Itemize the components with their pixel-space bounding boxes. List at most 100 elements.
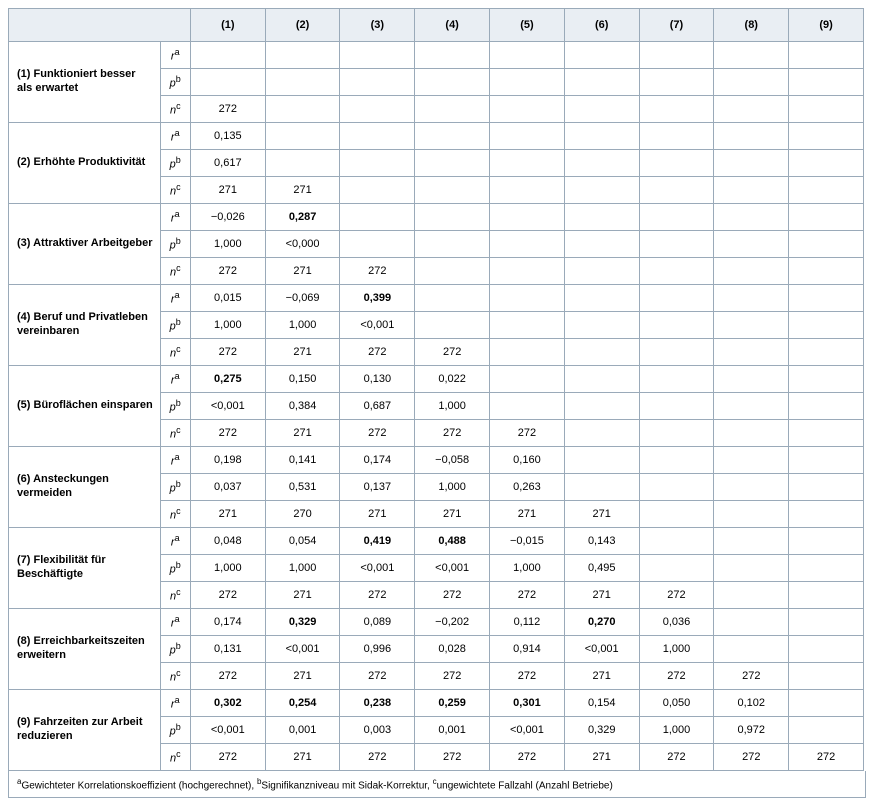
cell: 272	[490, 420, 565, 447]
cell	[564, 285, 639, 312]
cell: 0,154	[564, 690, 639, 717]
col-header: (3)	[340, 9, 415, 42]
stat-label-r: ra	[160, 690, 190, 717]
cell	[714, 420, 789, 447]
cell	[789, 501, 864, 528]
cell: 0,270	[564, 609, 639, 636]
cell: 271	[415, 501, 490, 528]
cell: 0,263	[490, 474, 565, 501]
stat-label-r: ra	[160, 366, 190, 393]
stat-label-p: pb	[160, 312, 190, 339]
cell: −0,026	[190, 204, 265, 231]
cell: 272	[415, 663, 490, 690]
cell: 272	[190, 339, 265, 366]
cell: 0,130	[340, 366, 415, 393]
cell	[190, 42, 265, 69]
cell	[789, 258, 864, 285]
cell	[564, 96, 639, 123]
cell: 271	[265, 420, 340, 447]
cell	[789, 609, 864, 636]
cell	[340, 231, 415, 258]
cell: 272	[415, 744, 490, 771]
cell	[714, 150, 789, 177]
cell	[490, 69, 565, 96]
cell	[265, 123, 340, 150]
stat-label-p: pb	[160, 555, 190, 582]
cell: 0,198	[190, 447, 265, 474]
col-header: (4)	[415, 9, 490, 42]
cell	[639, 528, 714, 555]
cell: 0,972	[714, 717, 789, 744]
cell	[490, 393, 565, 420]
col-header: (2)	[265, 9, 340, 42]
stat-label-n: nc	[160, 177, 190, 204]
cell: −0,069	[265, 285, 340, 312]
cell	[564, 231, 639, 258]
cell: 1,000	[190, 312, 265, 339]
cell	[639, 447, 714, 474]
cell: 0,419	[340, 528, 415, 555]
cell: <0,001	[564, 636, 639, 663]
cell	[490, 366, 565, 393]
col-header: (8)	[714, 9, 789, 42]
cell	[564, 42, 639, 69]
cell	[714, 609, 789, 636]
cell: 1,000	[415, 393, 490, 420]
cell	[714, 393, 789, 420]
cell	[789, 312, 864, 339]
cell	[564, 474, 639, 501]
cell	[340, 69, 415, 96]
row-label: (8) Erreichbarkeitszeiten erweitern	[9, 609, 161, 690]
cell	[639, 69, 714, 96]
cell	[789, 69, 864, 96]
cell	[564, 150, 639, 177]
stat-label-p: pb	[160, 393, 190, 420]
cell	[415, 177, 490, 204]
cell: 272	[415, 339, 490, 366]
stat-label-n: nc	[160, 258, 190, 285]
cell: 271	[265, 177, 340, 204]
cell	[415, 231, 490, 258]
cell	[789, 231, 864, 258]
cell	[265, 150, 340, 177]
cell	[564, 177, 639, 204]
cell	[415, 312, 490, 339]
cell: 271	[190, 177, 265, 204]
stat-label-r: ra	[160, 528, 190, 555]
cell: −0,058	[415, 447, 490, 474]
cell: 0,174	[340, 447, 415, 474]
cell: 271	[265, 258, 340, 285]
cell	[639, 177, 714, 204]
cell: 0,531	[265, 474, 340, 501]
cell	[490, 123, 565, 150]
cell: <0,001	[190, 717, 265, 744]
cell: 0,037	[190, 474, 265, 501]
cell: 0,287	[265, 204, 340, 231]
cell	[714, 258, 789, 285]
row-label: (3) Attraktiver Arbeitgeber	[9, 204, 161, 285]
cell: 272	[789, 744, 864, 771]
cell	[340, 96, 415, 123]
cell: −0,015	[490, 528, 565, 555]
cell	[340, 150, 415, 177]
cell	[789, 447, 864, 474]
cell	[265, 69, 340, 96]
cell	[714, 636, 789, 663]
cell	[190, 69, 265, 96]
cell	[490, 339, 565, 366]
cell: 272	[190, 744, 265, 771]
row-label: (1) Funktioniert besser als erwartet	[9, 42, 161, 123]
cell	[714, 555, 789, 582]
row-label: (7) Flexibilität für Beschäftigte	[9, 528, 161, 609]
table-row: (1) Funktioniert besser als erwartetra	[9, 42, 864, 69]
cell: 271	[564, 744, 639, 771]
cell	[714, 96, 789, 123]
cell: 0,329	[265, 609, 340, 636]
cell	[789, 204, 864, 231]
row-label: (2) Erhöhte Produktivität	[9, 123, 161, 204]
cell: 0,996	[340, 636, 415, 663]
stat-label-r: ra	[160, 447, 190, 474]
cell	[490, 204, 565, 231]
cell	[564, 420, 639, 447]
table-row: (4) Beruf und Privatleben vereinbarenra0…	[9, 285, 864, 312]
